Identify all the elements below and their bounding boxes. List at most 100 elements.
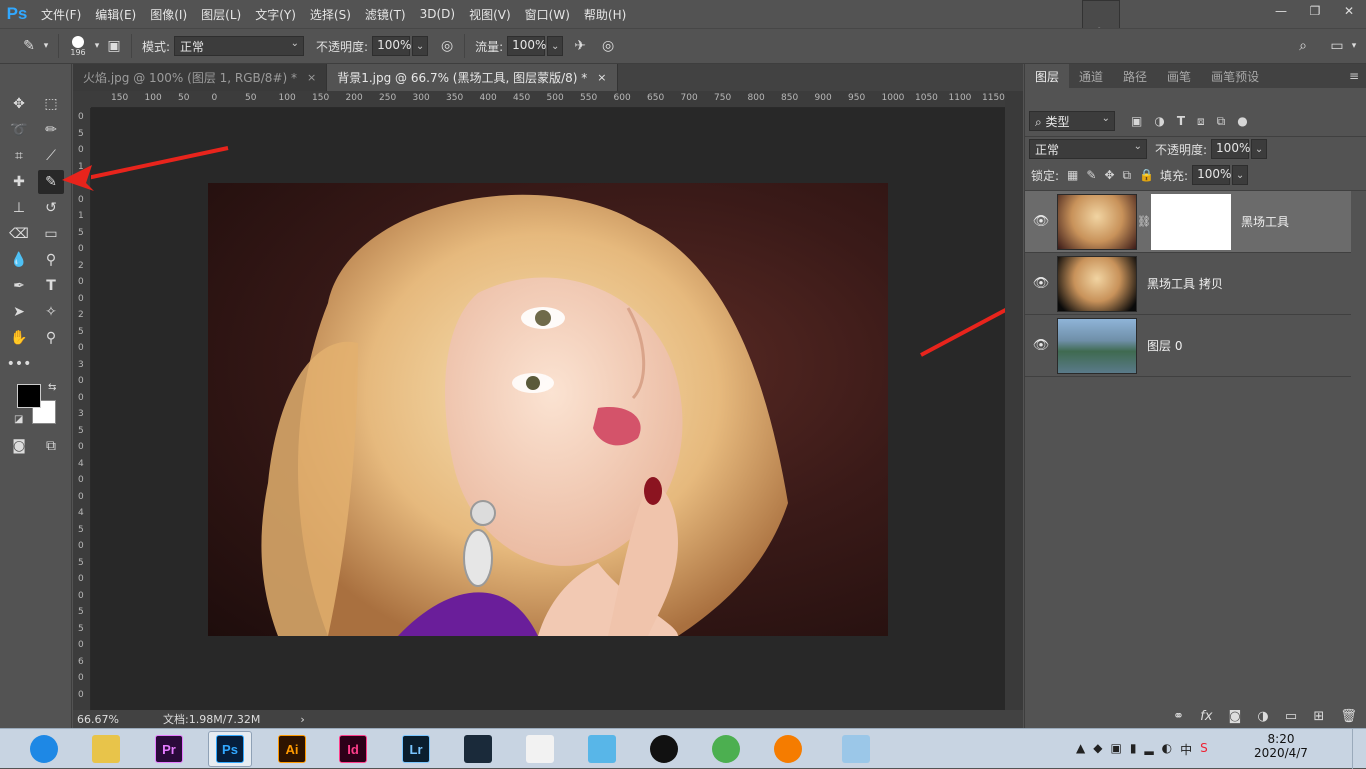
taskbar-video-editor[interactable]	[456, 731, 500, 767]
brush-preset-icon[interactable]: ✎	[18, 35, 40, 57]
path-select-tool-icon[interactable]: ➤	[6, 300, 32, 324]
taskbar-notes[interactable]	[834, 731, 878, 767]
menu-help[interactable]: 帮助(H)	[577, 6, 633, 23]
tab-brush-presets[interactable]: 画笔预设	[1201, 64, 1269, 88]
foreground-color-swatch[interactable]	[17, 384, 41, 408]
tray-network-icon[interactable]: ▣	[1110, 741, 1121, 758]
shape-tool-icon[interactable]: ✧	[38, 300, 64, 324]
tab-fire[interactable]: 火焰.jpg @ 100% (图层 1, RGB/8#) * ×	[73, 64, 328, 91]
brush-panel-icon[interactable]: ▣	[103, 35, 125, 57]
opacity-input[interactable]: 100%	[372, 36, 411, 56]
blur-tool-icon[interactable]: 💧	[6, 248, 32, 272]
tray-volume-icon[interactable]: ◐	[1162, 741, 1172, 758]
layer-mask-thumbnail[interactable]	[1151, 193, 1231, 250]
eye-icon[interactable]: 👁	[1025, 276, 1057, 291]
canvas-area[interactable]	[91, 108, 1005, 710]
search-icon[interactable]: ⌕	[1292, 35, 1314, 57]
lock-artboard-icon[interactable]: ⧉	[1123, 168, 1132, 183]
lasso-tool-icon[interactable]: ➰	[6, 118, 32, 142]
gradient-tool-icon[interactable]: ▭	[38, 222, 64, 246]
layer-row[interactable]: 👁 黑场工具 拷贝	[1025, 253, 1351, 315]
layer-opacity-input[interactable]: 100%	[1211, 139, 1250, 159]
tab-background[interactable]: 背景1.jpg @ 66.7% (黑场工具, 图层蒙版/8) * ×	[327, 64, 618, 91]
taskbar-explorer[interactable]	[84, 731, 128, 767]
layer-name[interactable]: 图层 0	[1147, 337, 1182, 354]
taskbar-qq[interactable]	[642, 731, 686, 767]
default-colors-icon[interactable]: ◪	[14, 414, 23, 425]
layer-opacity-toggle[interactable]: ⌄	[1251, 139, 1268, 159]
workspace-icon[interactable]: ▭	[1326, 35, 1348, 57]
menu-view[interactable]: 视图(V)	[462, 6, 518, 23]
menu-image[interactable]: 图像(I)	[143, 6, 194, 23]
fill-toggle[interactable]: ⌄	[1232, 165, 1249, 185]
layer-name[interactable]: 黑场工具	[1241, 213, 1289, 230]
tab-layers[interactable]: 图层	[1025, 64, 1070, 88]
menu-file[interactable]: 文件(F)	[34, 6, 88, 23]
flow-input[interactable]: 100%	[507, 36, 546, 56]
minimize-button[interactable]: —	[1264, 0, 1298, 22]
adjustment-icon[interactable]: ◑	[1257, 709, 1268, 724]
brush-size-picker[interactable]: 196	[65, 35, 91, 57]
taskbar-cat-app[interactable]	[580, 731, 624, 767]
sogou-icon[interactable]: S	[1200, 741, 1208, 758]
chevron-down-icon[interactable]: ▾	[1348, 35, 1360, 57]
fx-icon[interactable]: fx	[1200, 709, 1212, 724]
filter-adjust-icon[interactable]: ◑	[1154, 114, 1164, 128]
menu-select[interactable]: 选择(S)	[303, 6, 358, 23]
quick-select-tool-icon[interactable]: ✏	[38, 118, 64, 142]
chevron-down-icon[interactable]: ▾	[40, 35, 52, 57]
eye-icon[interactable]: 👁	[1025, 338, 1057, 353]
lock-all-icon[interactable]: 🔒	[1139, 168, 1154, 182]
new-layer-icon[interactable]: ⊞	[1313, 709, 1324, 724]
pen-tool-icon[interactable]: ✒	[6, 274, 32, 298]
layer-name[interactable]: 黑场工具 拷贝	[1147, 275, 1223, 292]
history-brush-tool-icon[interactable]: ↺	[38, 196, 64, 220]
marquee-tool-icon[interactable]: ⬚	[38, 92, 64, 116]
menu-filter[interactable]: 滤镜(T)	[358, 6, 413, 23]
brush-tool-icon[interactable]: ✎	[38, 170, 64, 194]
tray-signal-icon[interactable]: ▮	[1130, 741, 1137, 758]
airbrush-icon[interactable]: ✈	[569, 35, 591, 57]
layer-filter-select[interactable]: ⌕ 类型 ⌄	[1029, 111, 1115, 131]
taskbar-chrome[interactable]	[704, 731, 748, 767]
taskbar-indesign[interactable]: Id	[331, 731, 375, 767]
taskbar-photoshop[interactable]: Ps	[208, 731, 252, 767]
opacity-slider-toggle[interactable]: ⌄	[412, 36, 429, 56]
taskbar-browser-fox[interactable]	[766, 731, 810, 767]
mode-select[interactable]: 正常 ⌄	[174, 36, 305, 56]
layer-row[interactable]: 👁 图层 0	[1025, 315, 1351, 377]
layer-row[interactable]: 👁 ⛓ 黑场工具	[1025, 191, 1351, 253]
swap-colors-icon[interactable]: ⇆	[48, 382, 56, 393]
dodge-tool-icon[interactable]: ⚲	[38, 248, 64, 272]
stamp-tool-icon[interactable]: ⊥	[6, 196, 32, 220]
crop-tool-icon[interactable]: ⌗	[6, 144, 32, 168]
zoom-tool-icon[interactable]: ⚲	[38, 326, 64, 350]
taskbar-lightroom[interactable]: Lr	[394, 731, 438, 767]
status-menu-icon[interactable]: ›	[300, 713, 304, 726]
tab-channels[interactable]: 通道	[1069, 64, 1113, 88]
lock-position-icon[interactable]: ✥	[1104, 168, 1114, 182]
group-folder-icon[interactable]: ▭	[1285, 709, 1297, 724]
add-mask-icon[interactable]: ◙	[1229, 709, 1242, 724]
taskbar-illustrator[interactable]: Ai	[270, 731, 314, 767]
menu-window[interactable]: 窗口(W)	[518, 6, 577, 23]
quick-mask-icon[interactable]: ◙	[6, 434, 32, 458]
tray-expand-icon[interactable]: ▲	[1076, 741, 1085, 758]
close-icon[interactable]: ×	[597, 71, 606, 84]
fill-input[interactable]: 100%	[1192, 165, 1231, 185]
move-tool-icon[interactable]: ✥	[6, 92, 32, 116]
clock[interactable]: 8:20 2020/4/7	[1246, 732, 1316, 760]
ime-indicator[interactable]: 中	[1180, 741, 1192, 758]
blend-mode-select[interactable]: 正常 ⌄	[1029, 139, 1147, 159]
trash-icon[interactable]: 🗑	[1340, 709, 1357, 724]
zoom-level[interactable]: 66.67%	[77, 713, 157, 726]
panel-menu-icon[interactable]: ≡	[1342, 64, 1366, 88]
tab-brush[interactable]: 画笔	[1157, 64, 1201, 88]
close-icon[interactable]: ×	[307, 71, 316, 84]
filter-pixel-icon[interactable]: ▣	[1131, 114, 1142, 128]
close-button[interactable]: ✕	[1332, 0, 1366, 22]
flow-slider-toggle[interactable]: ⌄	[547, 36, 564, 56]
pressure-opacity-icon[interactable]: ◎	[436, 35, 458, 57]
taskbar-color-app[interactable]	[518, 731, 562, 767]
link-layers-icon[interactable]: ⚭	[1173, 709, 1184, 724]
